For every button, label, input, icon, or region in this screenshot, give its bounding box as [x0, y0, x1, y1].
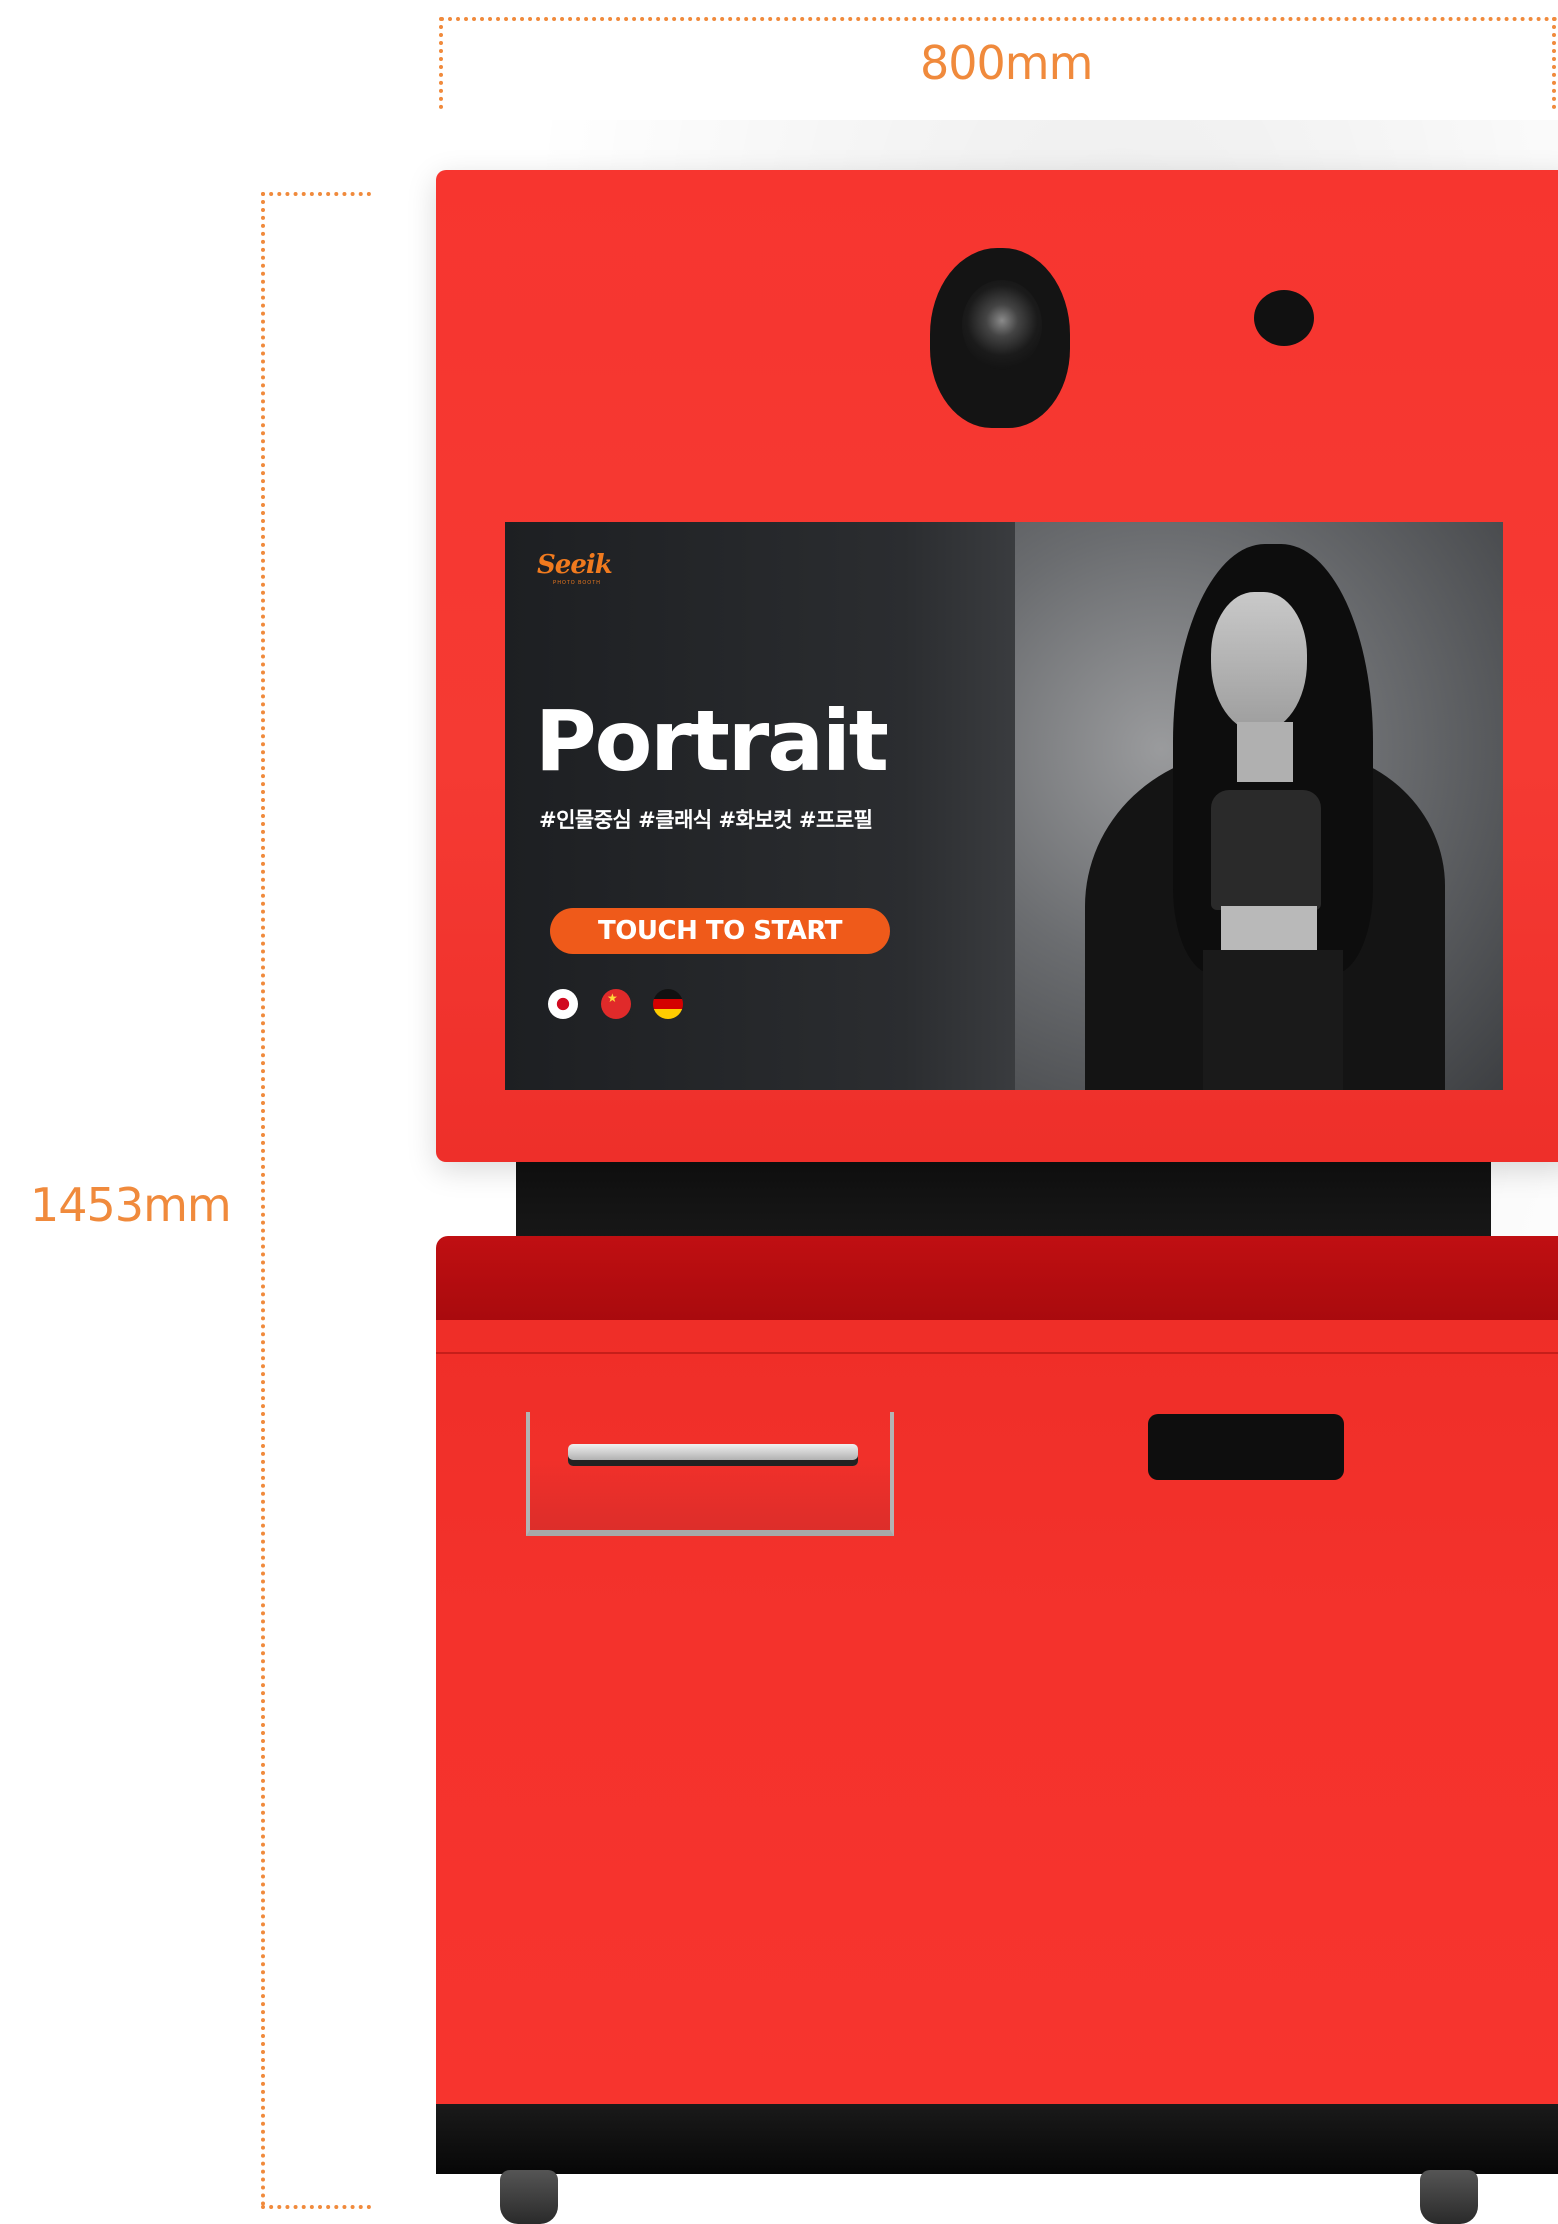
- booth-neck: [516, 1162, 1491, 1240]
- screen-hashtags: #인물중심 #클래식 #화보컷 #프로필: [539, 808, 873, 832]
- photo-print-tray: [526, 1412, 894, 1536]
- japan-flag-icon[interactable]: [548, 989, 578, 1019]
- touch-to-start-button[interactable]: TOUCH TO START: [550, 908, 890, 954]
- photo-print-slot: [568, 1444, 858, 1466]
- kiosk-screen: Seeik PHOTO BOOTH Portrait #인물중심 #클래식 #화…: [505, 522, 1503, 1090]
- portrait-neck: [1237, 722, 1293, 782]
- portrait-top: [1211, 790, 1321, 910]
- width-dimension-tick-left: [439, 17, 443, 109]
- brand-logo-subtitle: PHOTO BOOTH: [553, 580, 601, 586]
- germany-flag-icon[interactable]: [653, 989, 683, 1019]
- portrait-photo: [1015, 522, 1503, 1090]
- cabinet-seam: [436, 1352, 1558, 1354]
- product-image: 800mm 1453mm Seeik PHOTO BOOTH Portrait …: [0, 0, 1558, 2224]
- sensor-icon: [1254, 290, 1314, 346]
- height-dimension-cap-top: [261, 192, 371, 196]
- width-dimension-label: 800mm: [920, 36, 1093, 90]
- china-flag-icon[interactable]: [601, 989, 631, 1019]
- portrait-pants: [1203, 950, 1343, 1090]
- height-dimension-line: [261, 192, 265, 2208]
- width-dimension-line: [440, 17, 1558, 21]
- brand-logo: Seeik: [537, 550, 613, 580]
- screen-title: Portrait: [535, 692, 889, 790]
- height-dimension-cap-bottom: [261, 2205, 371, 2209]
- booth-ledge: [436, 1236, 1558, 1324]
- height-dimension-label: 1453mm: [30, 1178, 232, 1232]
- caster-wheel-icon: [1420, 2170, 1478, 2224]
- booth-base: [436, 2104, 1558, 2174]
- payment-card-slot: [1148, 1414, 1344, 1480]
- portrait-midriff: [1221, 906, 1317, 952]
- caster-wheel-icon: [500, 2170, 558, 2224]
- portrait-face: [1211, 592, 1307, 732]
- width-dimension-tick-right: [1552, 17, 1556, 109]
- camera-lens-icon: [962, 280, 1042, 370]
